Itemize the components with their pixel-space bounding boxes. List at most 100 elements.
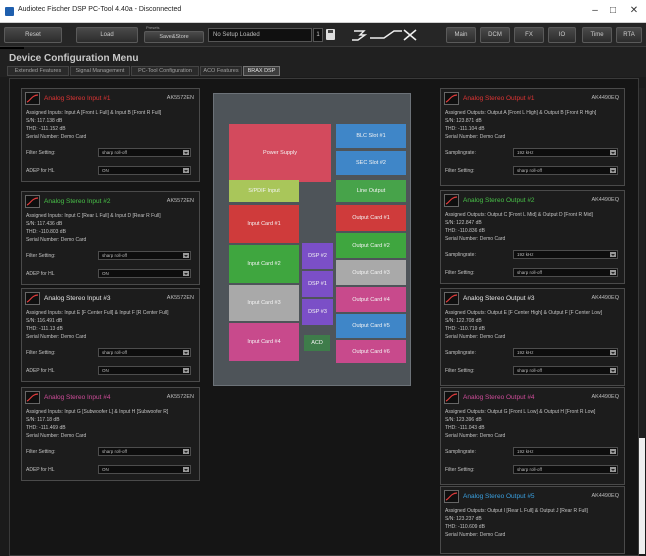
filter-setting-select[interactable]: sharp roll-off [98, 251, 191, 260]
chevron-down-icon[interactable] [183, 168, 189, 173]
sec-slot-2-zone[interactable]: SEC Slot #2 [336, 151, 406, 175]
io-button[interactable]: IO [548, 27, 576, 43]
filter-setting-select[interactable]: sharp roll-off [513, 465, 618, 474]
input-card-4-zone[interactable]: Input Card #4 [229, 323, 299, 361]
chevron-down-icon[interactable] [183, 368, 189, 373]
adep-select[interactable]: ON [98, 366, 191, 375]
filter-setting-value[interactable]: sharp roll-off [517, 368, 542, 373]
input-card-3-zone[interactable]: Input Card #3 [229, 285, 299, 321]
filter-setting-value[interactable]: sharp roll-off [102, 449, 127, 454]
samplingrate-value[interactable]: 192 kHz [517, 350, 534, 355]
chevron-down-icon[interactable] [183, 253, 189, 258]
input-card[interactable]: Analog Stereo Input #2 AK5572EN Assigned I… [21, 191, 200, 285]
samplingrate-value[interactable]: 192 kHz [517, 252, 534, 257]
time-button[interactable]: Time [582, 27, 612, 43]
spdif-input-zone[interactable]: S/PDIF Input [229, 180, 299, 202]
filter-setting-value[interactable]: sharp roll-off [102, 253, 127, 258]
filter-setting-value[interactable]: sharp roll-off [517, 467, 542, 472]
filter-setting-select[interactable]: sharp roll-off [98, 348, 191, 357]
filter-setting-select[interactable]: sharp roll-off [513, 166, 618, 175]
output-card-6-zone[interactable]: Output Card #6 [336, 340, 406, 363]
dsp-2-zone[interactable]: DSP #2 [302, 243, 333, 269]
dsp-1-zone[interactable]: DSP #1 [302, 271, 333, 297]
filter-setting-value[interactable]: sharp roll-off [517, 270, 542, 275]
adep-select[interactable]: ON [98, 269, 191, 278]
samplingrate-select[interactable]: 192 kHz [513, 447, 618, 456]
output-card-1-zone[interactable]: Output Card #1 [336, 205, 406, 231]
chevron-down-icon[interactable] [610, 350, 616, 355]
output-card[interactable]: Analog Stereo Output #2 AK4490EQ Assigned … [440, 190, 625, 284]
output-card[interactable]: Analog Stereo Output #5 AK4490EQ Assigned … [440, 486, 625, 554]
tab-signal-management[interactable]: Signal Management [70, 66, 130, 76]
output-card-4-zone[interactable]: Output Card #4 [336, 287, 406, 312]
filter-setting-value[interactable]: sharp roll-off [102, 150, 127, 155]
reset-button[interactable]: Reset [4, 27, 62, 43]
samplingrate-value[interactable]: 192 kHz [517, 150, 534, 155]
input-card[interactable]: Analog Stereo Input #3 AK5572EN Assigned I… [21, 288, 200, 382]
adep-value[interactable]: ON [102, 368, 109, 373]
adep-select[interactable]: ON [98, 465, 191, 474]
acd-zone[interactable]: ACD [304, 335, 330, 351]
setup-name-field[interactable]: No Setup Loaded [208, 28, 312, 42]
card-signal-icon [444, 490, 459, 503]
chevron-down-icon[interactable] [610, 368, 616, 373]
maximize-button[interactable]: □ [603, 3, 623, 19]
output-card-3-zone[interactable]: Output Card #3 [336, 260, 406, 285]
save-icon[interactable] [326, 29, 335, 40]
samplingrate-select[interactable]: 192 kHz [513, 348, 618, 357]
input-card-2-zone[interactable]: Input Card #2 [229, 245, 299, 283]
output-card[interactable]: Analog Stereo Output #4 AK4490EQ Assigned … [440, 387, 625, 485]
setup-number[interactable]: 1 [313, 28, 323, 42]
input-card-1-zone[interactable]: Input Card #1 [229, 205, 299, 243]
input-card[interactable]: Analog Stereo Input #1 AK5572EN Assigned I… [21, 88, 200, 182]
samplingrate-select[interactable]: 192 kHz [513, 250, 618, 259]
save-store-button[interactable]: Save&Store [144, 31, 204, 43]
output-card[interactable]: Analog Stereo Output #1 AK4490EQ Assigned … [440, 88, 625, 186]
samplingrate-select[interactable]: 192 kHz [513, 148, 618, 157]
chevron-down-icon[interactable] [183, 150, 189, 155]
input-card[interactable]: Analog Stereo Input #4 AK5572EN Assigned I… [21, 387, 200, 481]
output-card-5-zone[interactable]: Output Card #5 [336, 314, 406, 338]
blc-slot-1-zone[interactable]: BLC Slot #1 [336, 124, 406, 148]
line-output-zone[interactable]: Line Output [336, 180, 406, 202]
dsp-3-zone[interactable]: DSP #3 [302, 299, 333, 325]
filter-setting-select[interactable]: sharp roll-off [513, 268, 618, 277]
chevron-down-icon[interactable] [610, 449, 616, 454]
chevron-down-icon[interactable] [610, 270, 616, 275]
chevron-down-icon[interactable] [610, 467, 616, 472]
chevron-down-icon[interactable] [610, 150, 616, 155]
chevron-down-icon[interactable] [610, 168, 616, 173]
main-button[interactable]: Main [446, 27, 476, 43]
adep-value[interactable]: ON [102, 271, 109, 276]
tab-extended-features[interactable]: Extended Features [7, 66, 69, 76]
close-button[interactable]: ✕ [624, 3, 644, 19]
chevron-down-icon[interactable] [183, 449, 189, 454]
load-button[interactable]: Load [76, 27, 138, 43]
tab-aco-features[interactable]: ACO Features [200, 66, 242, 76]
filter-setting-label: Filter Setting: [26, 150, 56, 156]
samplingrate-value[interactable]: 192 kHz [517, 449, 534, 454]
output-card-2-zone[interactable]: Output Card #2 [336, 233, 406, 258]
filter-setting-select[interactable]: sharp roll-off [98, 148, 191, 157]
filter-setting-select[interactable]: sharp roll-off [98, 447, 191, 456]
filter-setting-value[interactable]: sharp roll-off [102, 350, 127, 355]
rta-button[interactable]: RTA [616, 27, 642, 43]
chevron-down-icon[interactable] [183, 467, 189, 472]
adep-select[interactable]: ON [98, 166, 191, 175]
minimize-button[interactable]: – [585, 3, 605, 19]
fx-button[interactable]: FX [514, 27, 544, 43]
dcm-button[interactable]: DCM [480, 27, 510, 43]
filter-setting-select[interactable]: sharp roll-off [513, 366, 618, 375]
power-supply-zone[interactable]: Power Supply [229, 124, 331, 182]
chevron-down-icon[interactable] [183, 350, 189, 355]
filter-setting-value[interactable]: sharp roll-off [517, 168, 542, 173]
tab-pc-tool-configuration[interactable]: PC-Tool Configuration [131, 66, 199, 76]
adep-value[interactable]: ON [102, 467, 109, 472]
output-card[interactable]: Analog Stereo Output #3 AK4490EQ Assigned … [440, 288, 625, 386]
tab-brax-dsp[interactable]: BRAX DSP [243, 66, 280, 76]
chevron-down-icon[interactable] [183, 271, 189, 276]
adep-value[interactable]: ON [102, 168, 109, 173]
scrollbar-thumb[interactable] [639, 438, 645, 554]
chevron-down-icon[interactable] [610, 252, 616, 257]
filter-setting-label: Filter Setting: [445, 168, 475, 174]
